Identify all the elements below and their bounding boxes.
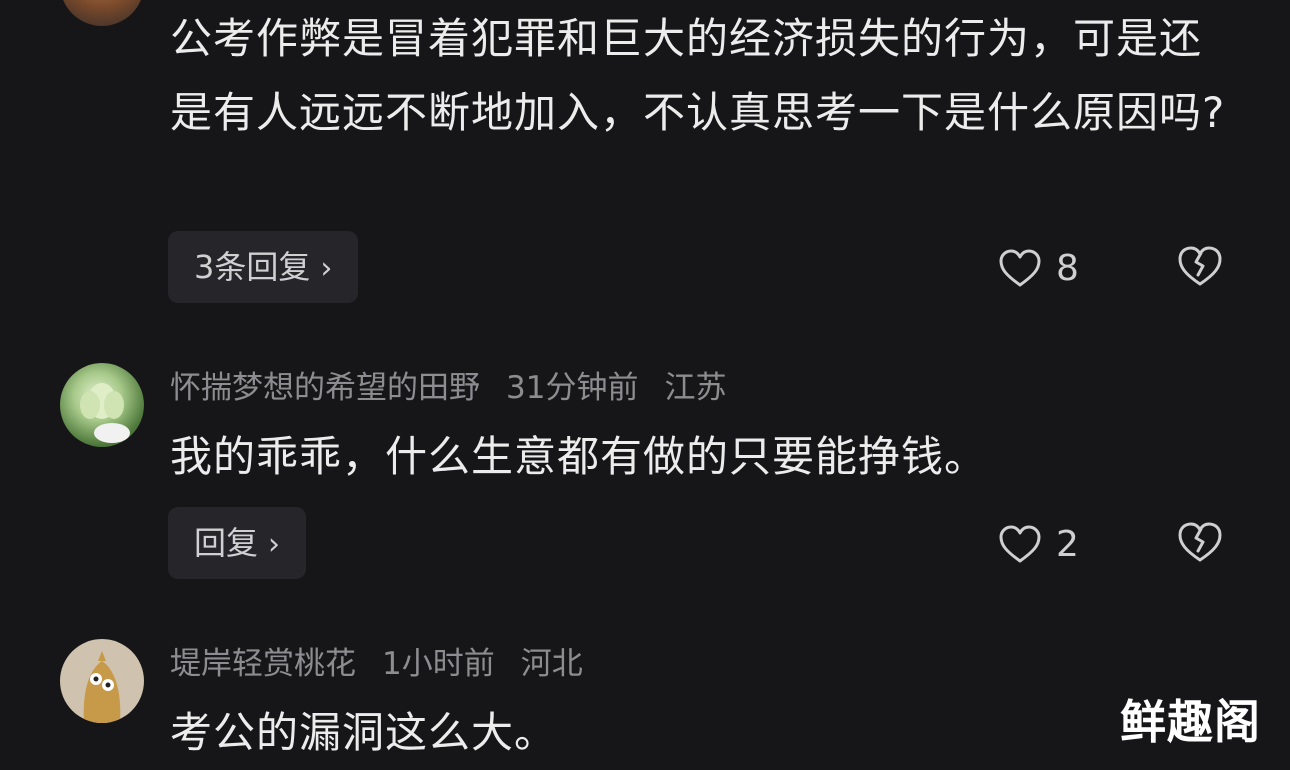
dislike-button[interactable] xyxy=(1176,520,1224,568)
like-button[interactable]: 8 xyxy=(998,243,1079,293)
avatar[interactable] xyxy=(60,363,144,447)
chevron-right-icon: › xyxy=(268,527,281,562)
reply-label: 回复 xyxy=(194,524,259,562)
comment-text: 考公的漏洞这么大。 xyxy=(170,708,558,757)
username[interactable]: 怀揣梦想的希望的田野 xyxy=(170,370,480,406)
chevron-right-icon: › xyxy=(320,251,333,286)
location: 江苏 xyxy=(664,370,727,406)
avatar[interactable] xyxy=(60,639,144,723)
username[interactable]: 堤岸轻赏桃花 xyxy=(170,646,356,682)
like-count: 2 xyxy=(1056,523,1079,565)
like-count: 8 xyxy=(1056,247,1079,289)
flower-avatar-image xyxy=(80,383,130,443)
comment-text: 公考作弊是冒着犯罪和巨大的经济损失的行为，可是还是有人远远不断地加入，不认真思考… xyxy=(170,14,1226,137)
comment-meta: 堤岸轻赏桃花 1小时前 河北 xyxy=(170,644,609,684)
timestamp: 31分钟前 xyxy=(506,370,639,406)
timestamp: 1小时前 xyxy=(382,646,495,682)
like-button[interactable]: 2 xyxy=(998,519,1079,569)
location: 河北 xyxy=(520,646,583,682)
comment-text: 我的乖乖，什么生意都有做的只要能挣钱。 xyxy=(170,432,988,481)
heart-outline-icon xyxy=(999,525,1041,563)
view-replies-button[interactable]: 3条回复 › xyxy=(168,231,359,303)
broken-heart-icon xyxy=(1178,522,1222,562)
reply-button[interactable]: 回复 › xyxy=(168,507,307,579)
watermark: 鲜趣阁 xyxy=(1120,695,1261,749)
reply-label: 3条回复 xyxy=(194,248,311,286)
heart-outline-icon xyxy=(999,249,1041,287)
avatar[interactable] xyxy=(60,0,144,26)
comment-meta: 怀揣梦想的希望的田野 31分钟前 江苏 xyxy=(170,368,752,408)
broken-heart-icon xyxy=(1178,246,1222,286)
dislike-button[interactable] xyxy=(1176,244,1224,292)
cartoon-avatar-image xyxy=(83,651,121,723)
